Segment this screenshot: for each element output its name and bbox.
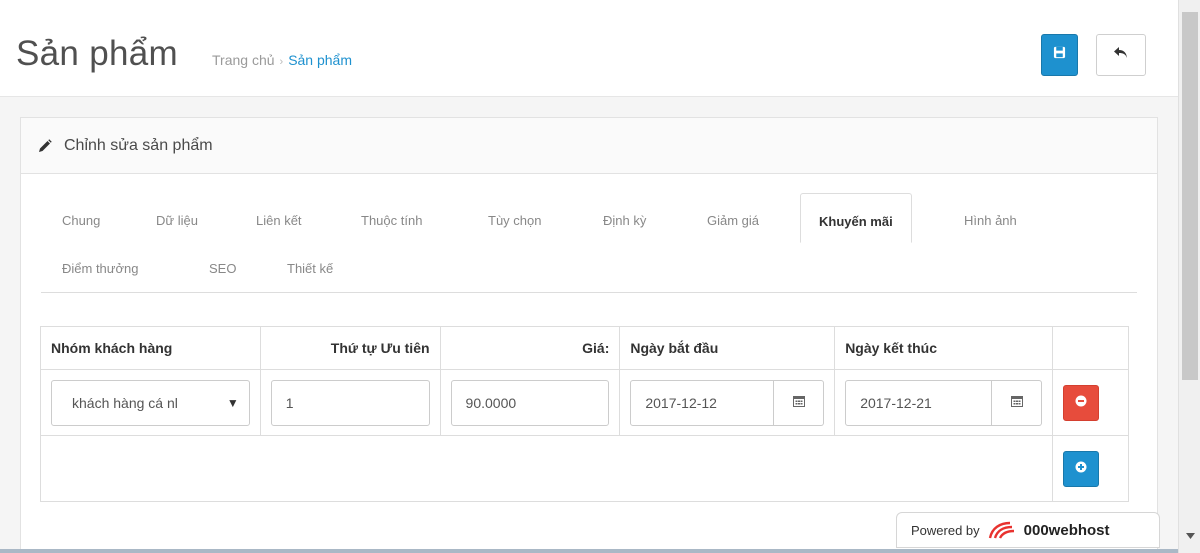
vertical-scrollbar[interactable] xyxy=(1178,0,1200,553)
footer-empty-cell xyxy=(40,435,1053,502)
bottom-edge xyxy=(0,549,1178,553)
breadcrumb-separator: › xyxy=(279,56,284,68)
pencil-icon xyxy=(38,138,52,153)
price-input[interactable]: 90.0000 xyxy=(450,379,610,426)
priority-input[interactable]: 1 xyxy=(270,379,430,426)
save-icon xyxy=(1053,46,1066,64)
tab-data[interactable]: Dữ liệu xyxy=(156,213,198,228)
tab-special[interactable]: Khuyến mãi xyxy=(800,193,912,243)
add-row-button[interactable] xyxy=(1063,450,1099,487)
scroll-down-arrow-icon[interactable] xyxy=(1179,528,1200,544)
table-header-row: Nhóm khách hàng Thứ tự Ưu tiên Giá: Ngày… xyxy=(40,326,1129,370)
remove-row-button[interactable] xyxy=(1063,384,1099,421)
date-start-group: 2017-12-12 xyxy=(630,379,825,426)
header-priority: Thứ tự Ưu tiên xyxy=(259,326,441,370)
date-end-input[interactable]: 2017-12-21 xyxy=(845,379,992,426)
header-date-end: Ngày kết thúc xyxy=(834,326,1053,370)
page: Sản phẩm Trang chủ › Sản phẩm Chỉnh sửa … xyxy=(0,0,1178,553)
cell-price: 90.0000 xyxy=(439,369,621,436)
powered-by-label: Powered by xyxy=(911,522,980,538)
table-footer-row xyxy=(40,435,1129,502)
header-date-start: Ngày bắt đầu xyxy=(619,326,836,370)
tab-reward-points[interactable]: Điểm thưởng xyxy=(62,261,138,276)
panel-heading: Chỉnh sửa sản phẩm xyxy=(21,118,1157,174)
date-end-group: 2017-12-21 xyxy=(845,379,1042,426)
panel-heading-text: Chỉnh sửa sản phẩm xyxy=(64,136,213,154)
date-start-calendar-button[interactable] xyxy=(774,379,825,426)
page-title: Sản phẩm xyxy=(16,34,178,73)
save-button[interactable] xyxy=(1041,34,1078,76)
breadcrumb-home-link[interactable]: Trang chủ xyxy=(212,52,275,68)
header-action xyxy=(1052,326,1129,370)
tab-options[interactable]: Tùy chọn xyxy=(488,213,541,228)
reply-icon xyxy=(1113,46,1129,65)
page-header: Sản phẩm Trang chủ › Sản phẩm xyxy=(0,0,1178,97)
powered-by-badge[interactable]: Powered by 000webhost xyxy=(896,512,1160,548)
date-start-input[interactable]: 2017-12-12 xyxy=(630,379,775,426)
edit-product-panel: Chỉnh sửa sản phẩm Chung Dữ liệu Liên kế… xyxy=(20,117,1158,553)
plus-circle-icon xyxy=(1075,460,1087,478)
cell-priority: 1 xyxy=(259,369,441,436)
tab-general[interactable]: Chung xyxy=(62,213,100,228)
cell-add xyxy=(1052,435,1129,502)
tab-discount[interactable]: Giảm giá xyxy=(707,213,759,228)
header-customer-group: Nhóm khách hàng xyxy=(40,326,261,370)
calendar-icon xyxy=(792,394,805,412)
tab-image[interactable]: Hình ảnh xyxy=(964,213,1017,228)
back-button[interactable] xyxy=(1096,34,1146,76)
webhost-logo-icon xyxy=(988,520,1018,540)
tab-recurring[interactable]: Định kỳ xyxy=(603,213,646,228)
minus-circle-icon xyxy=(1075,394,1087,412)
breadcrumb-current-link[interactable]: Sản phẩm xyxy=(288,52,352,68)
calendar-icon xyxy=(1010,394,1023,412)
cell-date-start: 2017-12-12 xyxy=(619,369,836,436)
cell-date-end: 2017-12-21 xyxy=(834,369,1053,436)
cell-customer-group: khách hàng cá nl ▼ xyxy=(40,369,261,436)
table-row: khách hàng cá nl ▼ 1 90.0000 2017-12-12 xyxy=(40,369,1129,436)
breadcrumb: Trang chủ › Sản phẩm xyxy=(212,52,352,68)
customer-group-value: khách hàng cá nl xyxy=(72,394,178,411)
scrollbar-thumb[interactable] xyxy=(1182,12,1198,380)
special-price-table: Nhóm khách hàng Thứ tự Ưu tiên Giá: Ngày… xyxy=(40,326,1129,502)
header-price: Giá: xyxy=(439,326,621,370)
tab-seo[interactable]: SEO xyxy=(209,261,236,276)
cell-remove xyxy=(1052,369,1129,436)
tab-bar: Chung Dữ liệu Liên kết Thuộc tính Tùy ch… xyxy=(41,193,1137,293)
caret-down-icon: ▼ xyxy=(226,395,239,410)
tab-design[interactable]: Thiết kế xyxy=(287,261,333,276)
tab-attributes[interactable]: Thuộc tính xyxy=(361,213,422,228)
tab-links[interactable]: Liên kết xyxy=(256,213,302,228)
date-end-calendar-button[interactable] xyxy=(992,379,1042,426)
powered-by-brand: 000webhost xyxy=(1023,521,1110,539)
customer-group-select[interactable]: khách hàng cá nl ▼ xyxy=(51,379,250,426)
